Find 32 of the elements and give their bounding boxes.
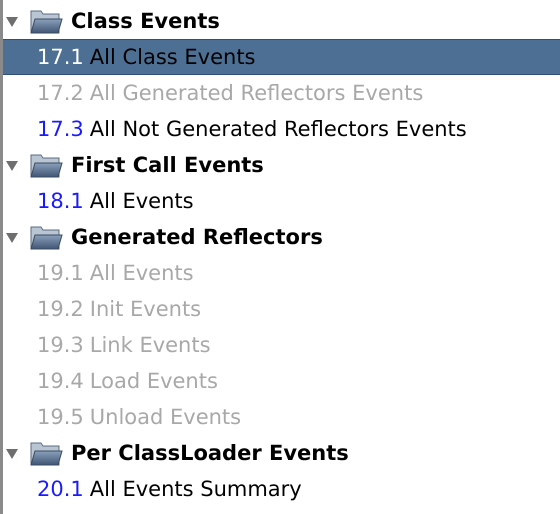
item-number: 20.1 (37, 477, 84, 501)
tree-item[interactable]: 17.3 All Not Generated Reflectors Events (3, 111, 560, 147)
item-number: 17.3 (37, 117, 84, 141)
item-number: 19.5 (37, 405, 84, 429)
item-label: Init Events (90, 297, 202, 321)
tree-item[interactable]: 20.1 All Events Summary (3, 471, 560, 507)
item-label: All Generated Reflectors Events (90, 81, 424, 105)
group-label: Per ClassLoader Events (71, 441, 349, 465)
item-number: 19.1 (37, 261, 84, 285)
item-number: 19.2 (37, 297, 84, 321)
group-label: Generated Reflectors (71, 225, 323, 249)
expand-caret-icon[interactable] (5, 230, 19, 244)
item-number: 17.2 (37, 81, 84, 105)
item-number: 19.3 (37, 333, 84, 357)
tree-item[interactable]: 18.1 All Events (3, 183, 560, 219)
item-label: All Events Summary (90, 477, 302, 501)
item-label: All Events (90, 189, 194, 213)
tree-item[interactable]: 17.1 All Class Events (3, 39, 560, 75)
item-label: All Class Events (90, 45, 256, 69)
item-label: Load Events (90, 369, 218, 393)
expand-caret-icon[interactable] (5, 446, 19, 460)
expand-caret-icon[interactable] (5, 14, 19, 28)
item-label: All Not Generated Reflectors Events (90, 117, 467, 141)
group-label: First Call Events (71, 153, 264, 177)
item-number: 19.4 (37, 369, 84, 393)
item-number: 18.1 (37, 189, 84, 213)
item-label: Unload Events (90, 405, 242, 429)
item-label: All Events (90, 261, 194, 285)
group-label: Class Events (71, 9, 220, 33)
item-label: Link Events (90, 333, 211, 357)
item-number: 17.1 (37, 45, 84, 69)
expand-caret-icon[interactable] (5, 158, 19, 172)
